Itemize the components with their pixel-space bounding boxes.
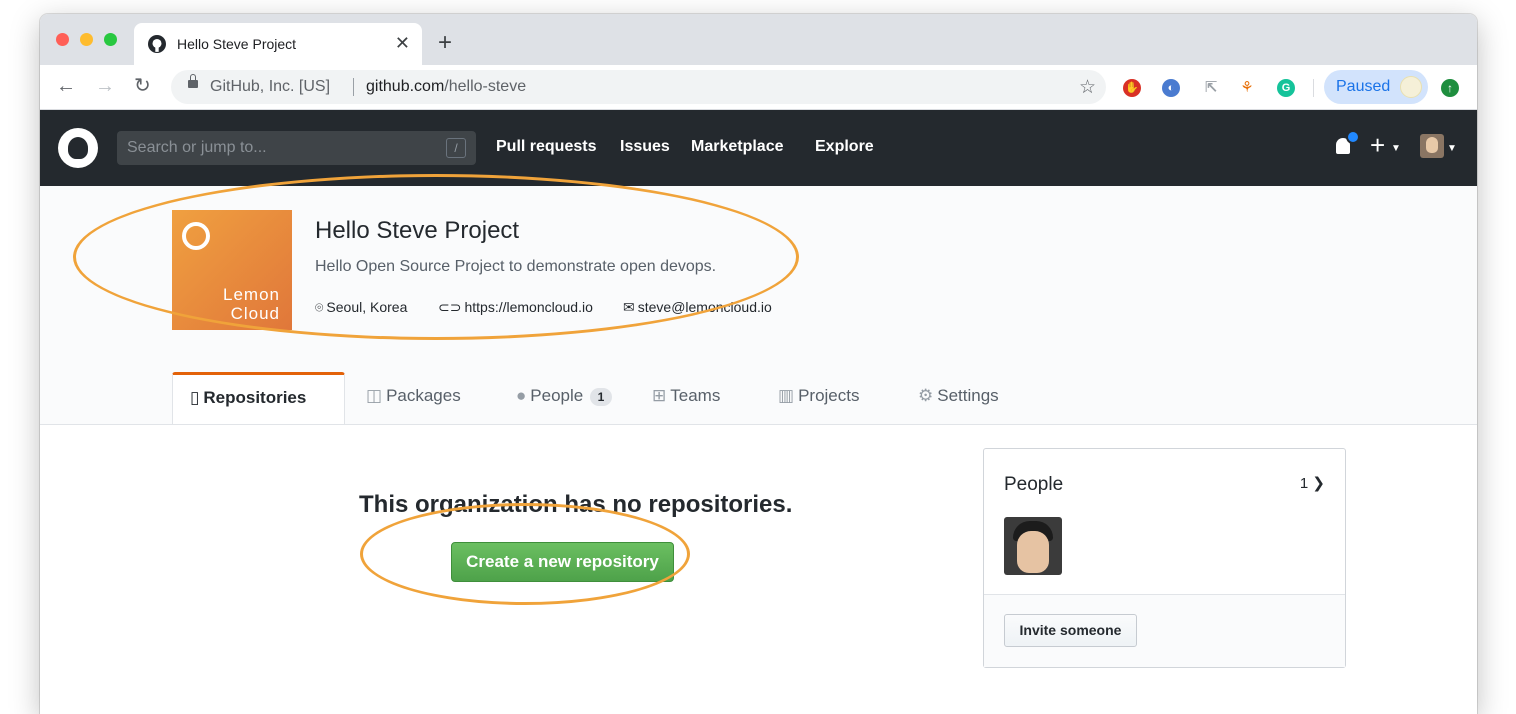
browser-tab-bar: Hello Steve Project ✕ + bbox=[40, 14, 1477, 65]
org-logo: Lemon Cloud bbox=[172, 210, 292, 330]
url-text[interactable]: github.com/hello-steve bbox=[366, 78, 526, 96]
mail-icon: ✉ bbox=[623, 299, 635, 315]
create-menu-caret-icon[interactable]: ▼ bbox=[1391, 143, 1401, 154]
close-tab-icon[interactable]: ✕ bbox=[395, 33, 410, 53]
url-host: github.com bbox=[366, 78, 445, 95]
search-input[interactable]: Search or jump to... / bbox=[117, 131, 476, 165]
url-path: /hello-steve bbox=[444, 78, 527, 95]
org-header: Lemon Cloud Hello Steve Project Hello Op… bbox=[40, 186, 1477, 425]
person-icon: ● bbox=[516, 386, 527, 405]
close-window-button[interactable] bbox=[56, 33, 69, 46]
browser-tab-active[interactable]: Hello Steve Project ✕ bbox=[134, 23, 422, 65]
people-box-title[interactable]: People bbox=[1004, 474, 1063, 496]
org-logo-text: Lemon Cloud bbox=[223, 285, 280, 323]
member-avatar[interactable] bbox=[1004, 517, 1062, 575]
tab-settings[interactable]: ⚙ Settings bbox=[918, 386, 999, 424]
create-new-plus-icon[interactable]: + bbox=[1370, 132, 1385, 158]
org-website[interactable]: ⊂⊃ https://lemoncloud.io bbox=[438, 299, 593, 316]
org-website-text[interactable]: https://lemoncloud.io bbox=[464, 299, 592, 315]
org-description: Hello Open Source Project to demonstrate… bbox=[315, 258, 717, 275]
nav-explore[interactable]: Explore bbox=[815, 138, 874, 156]
browser-window: Hello Steve Project ✕ + ← → ↻ GitHub, In… bbox=[40, 14, 1477, 714]
bookmark-star-icon[interactable]: ☆ bbox=[1079, 76, 1096, 99]
repo-book-icon: ▯ bbox=[190, 388, 200, 407]
github-logo-icon[interactable] bbox=[58, 128, 98, 168]
sitemap-extension-icon[interactable]: ⚘ bbox=[1238, 79, 1256, 97]
location-pin-icon: ⌾ bbox=[315, 299, 324, 315]
extension-icon[interactable]: ◐ bbox=[1162, 79, 1180, 97]
tab-teams-label: Teams bbox=[670, 386, 721, 405]
people-sidebar-box: People 1 ❯ Invite someone bbox=[983, 448, 1346, 668]
user-menu-caret-icon[interactable]: ▼ bbox=[1447, 143, 1457, 154]
empty-state-title: This organization has no repositories. bbox=[359, 491, 793, 518]
teams-icon: ⊞ bbox=[652, 386, 667, 405]
tab-projects-label: Projects bbox=[798, 386, 860, 405]
update-icon[interactable]: ↑ bbox=[1441, 79, 1459, 97]
gear-icon: ⚙ bbox=[918, 386, 934, 405]
tab-people[interactable]: ● People 1 bbox=[516, 386, 612, 424]
people-counter-badge: 1 bbox=[589, 388, 612, 406]
people-box-count-text: 1 bbox=[1299, 475, 1309, 492]
org-location: ⌾ Seoul, Korea bbox=[315, 299, 407, 316]
org-email-text[interactable]: steve@lemoncloud.io bbox=[638, 299, 772, 315]
grammarly-extension-icon[interactable]: G bbox=[1277, 79, 1295, 97]
tab-packages-label: Packages bbox=[386, 386, 461, 405]
toolbar-separator bbox=[1313, 79, 1314, 97]
address-bar[interactable]: GitHub, Inc. [US] github.com/hello-steve… bbox=[171, 70, 1106, 104]
org-location-text: Seoul, Korea bbox=[326, 299, 408, 315]
nav-marketplace[interactable]: Marketplace bbox=[691, 138, 784, 156]
create-repository-button[interactable]: Create a new repository bbox=[451, 542, 674, 582]
nav-issues[interactable]: Issues bbox=[620, 138, 670, 156]
tab-projects[interactable]: ▥ Projects bbox=[778, 386, 859, 424]
invite-someone-button[interactable]: Invite someone bbox=[1004, 614, 1137, 647]
profile-status: Paused bbox=[1336, 78, 1391, 95]
chevron-right-icon: ❯ bbox=[1312, 475, 1325, 492]
back-arrow-icon[interactable]: ← bbox=[56, 75, 76, 97]
new-tab-icon[interactable]: + bbox=[438, 31, 452, 55]
package-icon: ◫ bbox=[366, 386, 383, 405]
link-icon: ⊂⊃ bbox=[438, 299, 462, 315]
user-avatar[interactable] bbox=[1420, 134, 1444, 158]
tab-teams[interactable]: ⊞ Teams bbox=[652, 386, 720, 424]
forward-arrow-icon[interactable]: → bbox=[95, 75, 115, 97]
org-email[interactable]: ✉ steve@lemoncloud.io bbox=[623, 299, 772, 316]
tab-packages[interactable]: ◫ Packages bbox=[366, 386, 461, 424]
tab-repositories-label: Repositories bbox=[203, 388, 307, 407]
browser-toolbar: ← → ↻ GitHub, Inc. [US] github.com/hello… bbox=[40, 65, 1477, 110]
people-box-count[interactable]: 1 ❯ bbox=[1300, 474, 1325, 492]
reload-icon[interactable]: ↻ bbox=[134, 75, 151, 97]
tab-people-label: People bbox=[530, 386, 584, 405]
site-identity[interactable]: GitHub, Inc. [US] bbox=[210, 78, 330, 96]
tab-repositories[interactable]: ▯ Repositories bbox=[172, 372, 345, 424]
notification-indicator bbox=[1346, 130, 1360, 144]
org-logo-text-line2: Cloud bbox=[230, 304, 280, 323]
org-name: Hello Steve Project bbox=[315, 217, 520, 244]
search-placeholder: Search or jump to... bbox=[127, 139, 267, 156]
tab-settings-label: Settings bbox=[937, 386, 999, 405]
address-separator bbox=[353, 78, 354, 96]
tab-title: Hello Steve Project bbox=[177, 36, 297, 52]
project-board-icon: ▥ bbox=[778, 386, 795, 405]
adblock-extension-icon[interactable]: ✋ bbox=[1123, 79, 1141, 97]
search-shortcut-badge: / bbox=[446, 138, 466, 158]
org-logo-text-line1: Lemon bbox=[223, 285, 280, 304]
lock-icon[interactable] bbox=[188, 74, 198, 88]
zoom-window-button[interactable] bbox=[104, 33, 117, 46]
profile-avatar bbox=[1400, 76, 1422, 98]
nav-pull-requests[interactable]: Pull requests bbox=[496, 138, 596, 156]
lemon-logo-icon bbox=[182, 222, 210, 250]
minimize-window-button[interactable] bbox=[80, 33, 93, 46]
github-favicon-icon bbox=[148, 35, 166, 53]
cursor-extension-icon[interactable]: ⇱ bbox=[1202, 79, 1220, 97]
profile-button[interactable]: Paused bbox=[1324, 70, 1428, 104]
github-header: Search or jump to... / Pull requests Iss… bbox=[40, 110, 1477, 186]
